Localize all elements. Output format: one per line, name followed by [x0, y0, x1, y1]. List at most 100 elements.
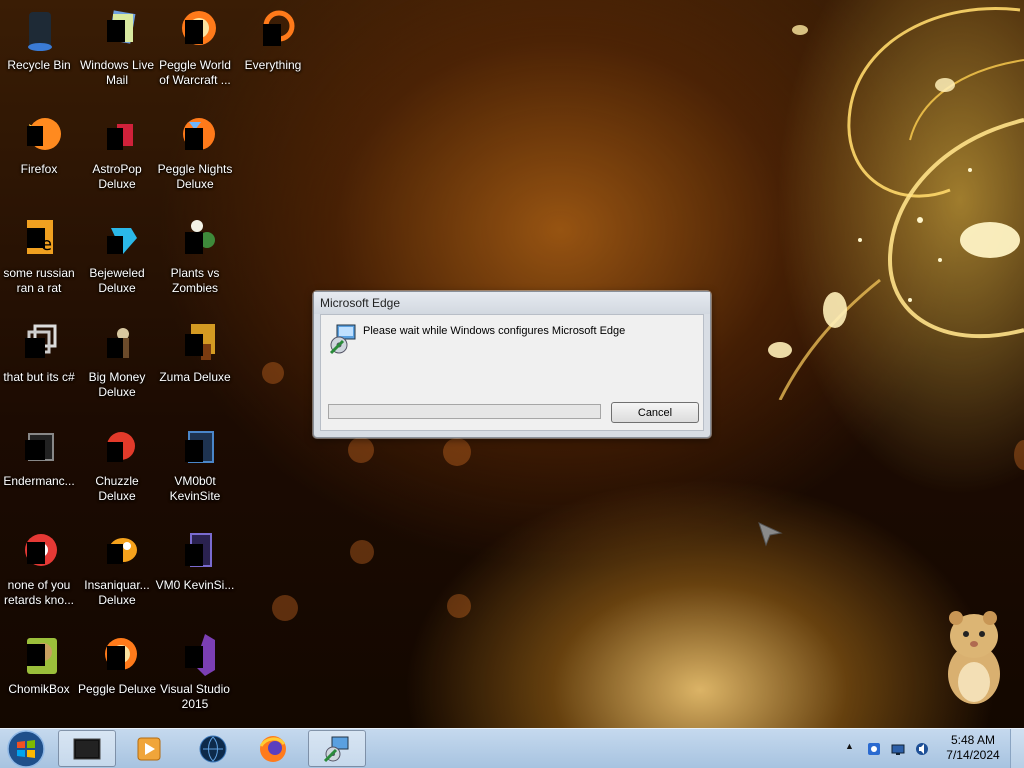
bokeh-light	[350, 540, 374, 564]
desktop-icon-label: Zuma Deluxe	[159, 370, 231, 384]
firefox-icon	[259, 735, 286, 762]
peggle-icon	[171, 6, 219, 54]
peggle-icon	[93, 630, 141, 678]
desktop-icon-label: that but its c#	[3, 370, 75, 384]
desktop-icon-vm0b0t-kevinsite[interactable]: VM0b0t KevinSite	[156, 416, 234, 516]
desktop-icon-chomikbox[interactable]: ChomikBox	[0, 624, 78, 724]
globe-icon	[199, 735, 227, 762]
desktop-icon-label: Bejeweled Deluxe	[89, 266, 145, 295]
fish-icon	[93, 526, 141, 574]
bokeh-light	[1014, 440, 1024, 470]
app-icon	[171, 422, 219, 470]
peggle-icon	[171, 110, 219, 158]
desktop-icon-some-russian[interactable]: e some russian ran a rat	[0, 208, 78, 308]
hamster-pet-icon[interactable]	[938, 606, 1008, 708]
windows-logo-icon	[7, 730, 45, 768]
desktop-icon-label: Chuzzle Deluxe	[95, 474, 139, 503]
visual-studio-icon	[171, 630, 219, 678]
desktop-icon-label: Big Money Deluxe	[88, 370, 146, 399]
taskbar-firefox-button[interactable]	[244, 730, 302, 767]
desktop-icon-label: ChomikBox	[8, 682, 70, 696]
desktop-icon-endermanc[interactable]: Endermanc...	[0, 416, 78, 516]
desktop-icon-label: VM0 KevinSi...	[155, 578, 235, 592]
plant-icon	[171, 214, 219, 262]
desktop-icon-label: some russian ran a rat	[3, 266, 75, 295]
desktop-icon-plants-vs-zombies[interactable]: Plants vs Zombies	[156, 208, 234, 308]
recycle-bin-icon	[15, 6, 63, 54]
bokeh-light	[272, 595, 298, 621]
desktop-icon-label: Plants vs Zombies	[170, 266, 220, 295]
desktop-icon-everything[interactable]: Everything	[234, 0, 312, 100]
volume-icon[interactable]	[914, 741, 930, 757]
desktop-icon-windows-live-mail[interactable]: Windows Live Mail	[78, 0, 156, 100]
progress-bar	[328, 404, 601, 419]
installer-icon	[323, 736, 349, 762]
taskbar-terminal-button[interactable]	[58, 730, 116, 767]
mail-icon	[93, 6, 141, 54]
show-desktop-button[interactable]	[1010, 729, 1024, 768]
bokeh-light	[262, 362, 284, 384]
game-icon	[93, 110, 141, 158]
desktop-icon-bejeweled[interactable]: Bejeweled Deluxe	[78, 208, 156, 308]
network-icon[interactable]	[890, 741, 906, 757]
search-icon	[249, 6, 297, 54]
desktop-icon-label: AstroPop Deluxe	[92, 162, 142, 191]
desktop-icon-label: Peggle Deluxe	[77, 682, 157, 696]
bokeh-light	[447, 594, 471, 618]
media-player-icon	[137, 737, 161, 760]
taskbar-installer-button[interactable]	[308, 730, 366, 767]
bokeh-light	[443, 438, 471, 466]
desktop-icon-label: Visual Studio 2015	[160, 682, 230, 711]
desktop-icon-peggle-wow[interactable]: Peggle World of Warcraft ...	[156, 0, 234, 100]
hamster-icon	[15, 630, 63, 678]
taskbar-media-player-button[interactable]	[120, 730, 178, 767]
folder-shortcut-icon	[15, 318, 63, 366]
system-clock[interactable]: 5:48 AM 7/14/2024	[934, 733, 1012, 763]
wallpaper-swirl	[768, 7, 1024, 400]
desktop-icon-label: Everything	[244, 58, 302, 72]
dialog-message: Please wait while Windows configures Mic…	[363, 325, 626, 337]
tray-overflow-chevron-icon[interactable]: ▲	[845, 741, 855, 751]
desktop-icon-insaniquarium[interactable]: Insaniquar... Deluxe	[78, 520, 156, 620]
desktop-icon-label: Peggle World of Warcraft ...	[159, 58, 231, 87]
desktop-icon-recycle-bin[interactable]: Recycle Bin	[0, 0, 78, 100]
desktop-icon-label: Firefox	[20, 162, 58, 176]
bokeh-light	[348, 437, 374, 463]
microsoft-edge-setup-dialog: Microsoft Edge Please wait while Windows…	[313, 291, 711, 438]
game-icon	[93, 422, 141, 470]
svg-text:e: e	[41, 234, 52, 255]
game-icon	[93, 318, 141, 366]
cancel-button[interactable]: Cancel	[611, 402, 699, 423]
desktop-icon-chuzzle[interactable]: Chuzzle Deluxe	[78, 416, 156, 516]
desktop-icon-label: Endermanc...	[3, 474, 75, 488]
desktop-icon-label: VM0b0t KevinSite	[169, 474, 221, 503]
game-icon	[171, 318, 219, 366]
desktop-icon-vm0-kevinsite[interactable]: VM0 KevinSi...	[156, 520, 234, 620]
desktop-icon-none-of-you[interactable]: none of you retards kno...	[0, 520, 78, 620]
app-icon	[171, 526, 219, 574]
desktop-icon-big-money[interactable]: Big Money Deluxe	[78, 312, 156, 412]
desktop-icon-peggle-deluxe[interactable]: Peggle Deluxe	[78, 624, 156, 724]
desktop-icon-that-but-its-csharp[interactable]: that but its c#	[0, 312, 78, 412]
clock-time: 5:48 AM	[950, 733, 996, 747]
chrome-icon	[15, 526, 63, 574]
start-button[interactable]	[4, 730, 48, 768]
desktop-icon-visual-studio[interactable]: Visual Studio 2015	[156, 624, 234, 724]
firefox-icon	[15, 110, 63, 158]
desktop-icon-zuma[interactable]: Zuma Deluxe	[156, 312, 234, 412]
taskbar-globe-button[interactable]	[184, 730, 242, 767]
dialog-title[interactable]: Microsoft Edge	[314, 292, 710, 314]
desktop-icon-label: none of you retards kno...	[3, 578, 75, 607]
file-icon: e	[15, 214, 63, 262]
taskbar: ▲ 5:48 AM 7/14/2024	[0, 728, 1024, 768]
desktop-icon-label: Insaniquar... Deluxe	[84, 578, 150, 607]
desktop-icon-firefox[interactable]: Firefox	[0, 104, 78, 204]
terminal-icon	[73, 738, 101, 759]
desktop-icon-peggle-nights[interactable]: Peggle Nights Deluxe	[156, 104, 234, 204]
dialog-body: Please wait while Windows configures Mic…	[320, 314, 704, 431]
tray-app-icon[interactable]	[866, 741, 882, 757]
mouse-cursor-icon	[758, 522, 783, 547]
app-icon	[15, 422, 63, 470]
desktop-icon-astropop[interactable]: AstroPop Deluxe	[78, 104, 156, 204]
clock-date: 7/14/2024	[946, 748, 1000, 762]
